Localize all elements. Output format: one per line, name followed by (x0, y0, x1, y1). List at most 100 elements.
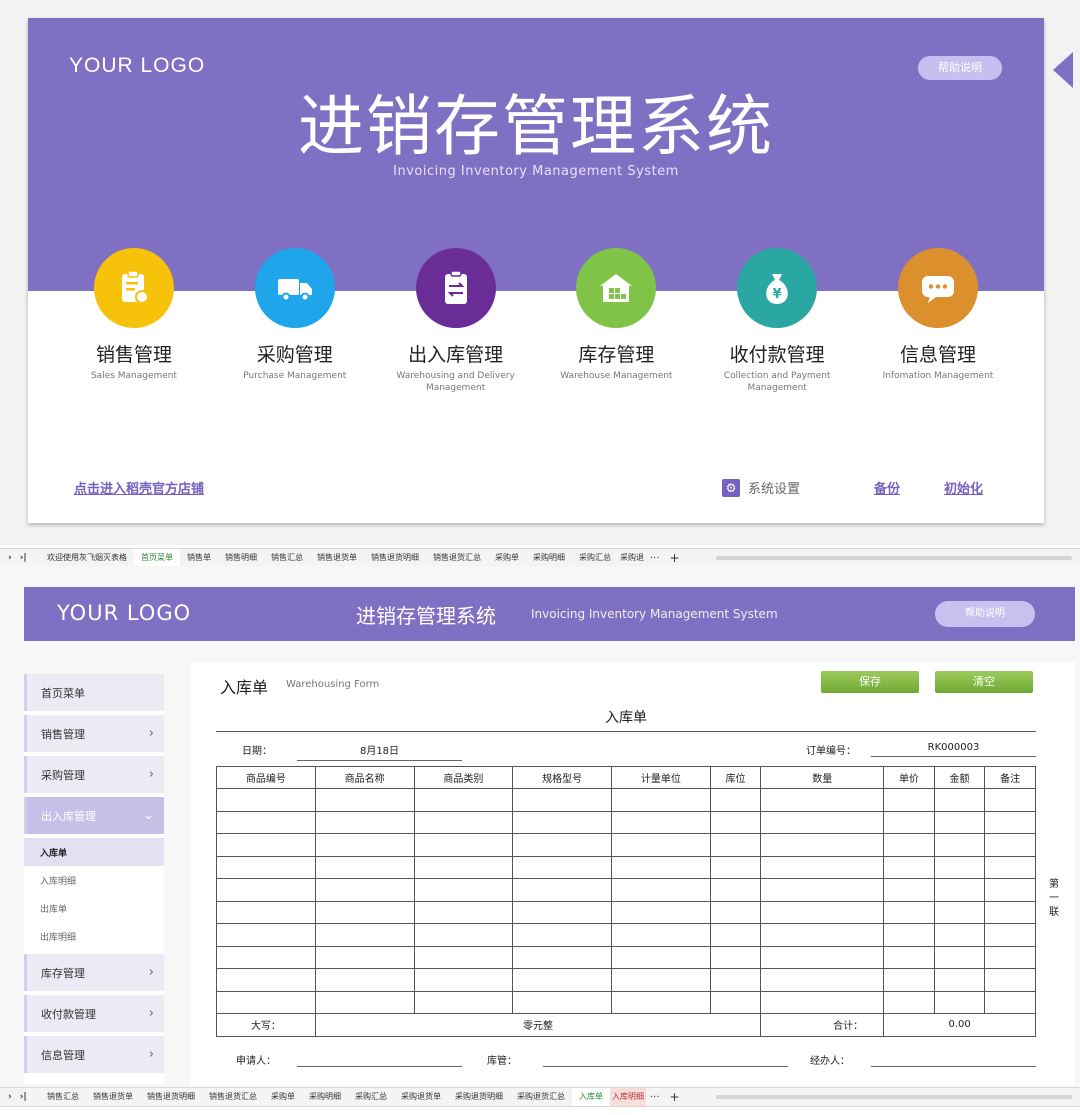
table-cell[interactable] (709, 990, 762, 1014)
table-cell[interactable] (413, 990, 514, 1014)
sidebar-subitem-outbound[interactable]: 出库单 (24, 894, 164, 922)
sheet-tab[interactable]: 采购单 (488, 549, 526, 567)
module-sales[interactable]: 销售管理 Sales Management (54, 248, 214, 418)
table-cell[interactable] (984, 788, 1036, 812)
table-cell[interactable] (611, 900, 711, 924)
table-cell[interactable] (611, 788, 711, 812)
table-cell[interactable] (883, 945, 935, 969)
sheet-tab[interactable]: 采购退货汇总 (510, 1088, 572, 1106)
sheet-tab[interactable]: 销售退货明细 (140, 1088, 202, 1106)
sheet-tab[interactable]: 采购单 (264, 1088, 302, 1106)
sheet-tab[interactable]: 销售明细 (218, 549, 264, 567)
table-cell[interactable] (984, 855, 1036, 879)
table-cell[interactable] (216, 810, 316, 834)
module-purchase[interactable]: 采购管理 Purchase Management (215, 248, 375, 418)
table-cell[interactable] (760, 833, 885, 857)
table-cell[interactable] (512, 788, 612, 812)
table-cell[interactable] (413, 833, 514, 857)
table-cell[interactable] (611, 945, 711, 969)
table-cell[interactable] (760, 788, 885, 812)
sheet-tab[interactable]: 首页菜单 (134, 549, 180, 567)
table-cell[interactable] (314, 788, 415, 812)
table-cell[interactable] (883, 900, 935, 924)
table-cell[interactable] (512, 945, 612, 969)
table-cell[interactable] (413, 788, 514, 812)
table-cell[interactable] (709, 833, 762, 857)
table-cell[interactable] (413, 923, 514, 947)
horizontal-scrollbar[interactable] (715, 556, 1072, 560)
module-payment[interactable]: ¥ 收付款管理 Collection and Payment Managemen… (697, 248, 857, 418)
save-button[interactable]: 保存 (821, 671, 919, 693)
backup-link[interactable]: 备份 (874, 478, 900, 497)
sheet-tab[interactable]: 采购退 (618, 549, 646, 567)
table-cell[interactable] (760, 878, 885, 902)
table-cell[interactable] (760, 968, 885, 992)
table-cell[interactable] (314, 810, 415, 834)
table-cell[interactable] (709, 878, 762, 902)
sheet-tab[interactable]: 销售退货明细 (364, 549, 426, 567)
last-sheet-icon[interactable]: ›| (20, 553, 27, 563)
more-tabs-icon[interactable]: ··· (646, 553, 664, 564)
table-cell[interactable] (512, 855, 612, 879)
sheet-tab[interactable]: 销售退货汇总 (202, 1088, 264, 1106)
add-sheet-button[interactable]: + (664, 551, 686, 565)
table-cell[interactable] (512, 833, 612, 857)
table-cell[interactable] (314, 855, 415, 879)
table-cell[interactable] (709, 968, 762, 992)
sheet-tab[interactable]: 采购退货明细 (448, 1088, 510, 1106)
table-cell[interactable] (984, 810, 1036, 834)
add-sheet-button[interactable]: + (664, 1090, 686, 1104)
table-cell[interactable] (216, 945, 316, 969)
table-cell[interactable] (883, 990, 935, 1014)
table-cell[interactable] (933, 945, 986, 969)
applicant-field[interactable] (297, 1066, 462, 1067)
table-cell[interactable] (760, 810, 885, 834)
next-sheet-icon[interactable]: › (8, 1092, 12, 1102)
table-cell[interactable] (611, 923, 711, 947)
table-cell[interactable] (216, 900, 316, 924)
table-cell[interactable] (314, 878, 415, 902)
table-cell[interactable] (413, 810, 514, 834)
table-cell[interactable] (512, 923, 612, 947)
module-info[interactable]: 信息管理 Infomation Management (858, 248, 1018, 418)
sidebar-subitem-outbound-detail[interactable]: 出库明细 (24, 922, 164, 950)
table-cell[interactable] (883, 878, 935, 902)
order-number-field[interactable]: RK000003 (871, 742, 1036, 757)
sidebar-item-sales[interactable]: 销售管理 › (24, 715, 164, 752)
table-cell[interactable] (760, 990, 885, 1014)
store-link[interactable]: 点击进入稻壳官方店铺 (74, 478, 204, 497)
sidebar-item-purchase[interactable]: 采购管理 › (24, 756, 164, 793)
horizontal-scrollbar[interactable] (715, 1095, 1072, 1099)
sheet-tab[interactable]: 销售汇总 (264, 549, 310, 567)
table-cell[interactable] (314, 968, 415, 992)
table-cell[interactable] (933, 900, 986, 924)
table-cell[interactable] (413, 968, 514, 992)
sidebar-item-warehousing[interactable]: 出入库管理 ⌄ (24, 797, 164, 834)
sidebar-item-payment[interactable]: 收付款管理 › (24, 995, 164, 1032)
sheet-tab[interactable]: 入库明细 (610, 1088, 646, 1106)
table-cell[interactable] (413, 855, 514, 879)
table-cell[interactable] (413, 900, 514, 924)
table-cell[interactable] (709, 900, 762, 924)
collapse-arrow-icon[interactable] (1053, 52, 1073, 88)
table-cell[interactable] (512, 878, 612, 902)
table-cell[interactable] (760, 855, 885, 879)
sidebar-subitem-inbound[interactable]: 入库单 (24, 838, 164, 866)
sheet-tab[interactable]: 入库单 (572, 1088, 610, 1106)
table-cell[interactable] (611, 810, 711, 834)
sidebar-item-inventory[interactable]: 库存管理 › (24, 954, 164, 991)
table-cell[interactable] (883, 833, 935, 857)
table-cell[interactable] (216, 923, 316, 947)
table-cell[interactable] (984, 900, 1036, 924)
table-cell[interactable] (984, 833, 1036, 857)
sheet-tab[interactable]: 销售汇总 (40, 1088, 86, 1106)
clear-button[interactable]: 清空 (935, 671, 1033, 693)
sidebar-item-home[interactable]: 首页菜单 (24, 674, 164, 711)
table-cell[interactable] (883, 923, 935, 947)
last-sheet-icon[interactable]: ›| (20, 1092, 27, 1102)
table-cell[interactable] (413, 878, 514, 902)
sheet-tab[interactable]: 采购明细 (526, 549, 572, 567)
table-cell[interactable] (984, 878, 1036, 902)
table-cell[interactable] (512, 968, 612, 992)
table-cell[interactable] (512, 810, 612, 834)
